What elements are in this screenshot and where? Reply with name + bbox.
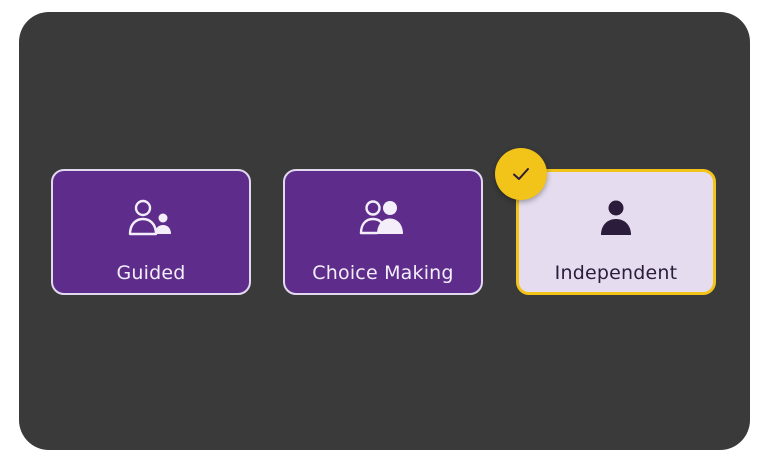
option-choice-making[interactable]: Choice Making xyxy=(283,169,483,295)
two-people-icon xyxy=(359,200,403,235)
adult-with-child-outline-icon xyxy=(128,199,171,236)
selected-check-badge xyxy=(495,148,547,200)
option-guided[interactable]: Guided xyxy=(51,169,251,295)
single-person-icon xyxy=(601,200,631,235)
option-label: Guided xyxy=(116,262,186,284)
checkmark-icon xyxy=(513,168,529,180)
option-label: Independent xyxy=(554,262,678,284)
option-independent[interactable]: Independent xyxy=(516,169,716,295)
option-label: Choice Making xyxy=(312,262,454,284)
